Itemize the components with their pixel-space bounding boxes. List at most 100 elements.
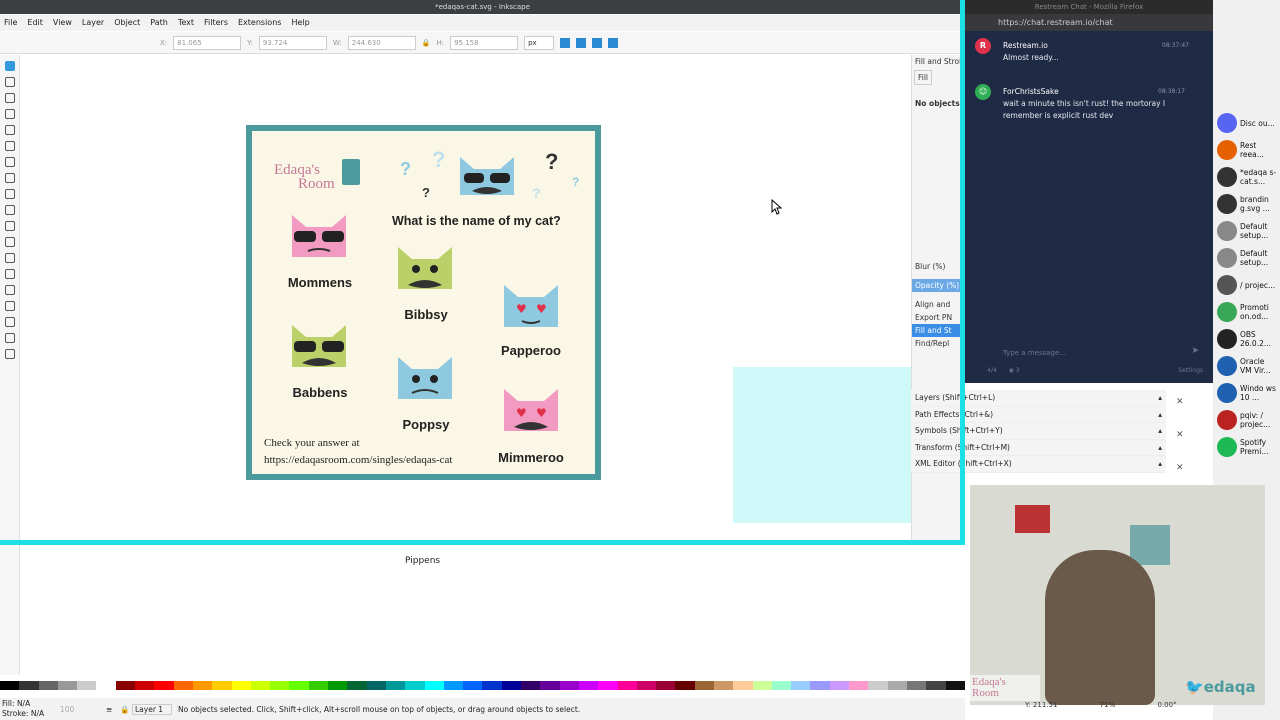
taskbar-item[interactable]: Promoti on.od...	[1217, 299, 1277, 325]
palette-swatch[interactable]	[578, 681, 599, 690]
pencil-tool-icon[interactable]	[5, 173, 15, 183]
zoom-field[interactable]: 71%	[1060, 701, 1116, 709]
palette-swatch[interactable]	[231, 681, 251, 690]
menu-extensions[interactable]: Extensions	[238, 15, 281, 31]
h-field[interactable]: 95.158	[450, 35, 519, 50]
taskbar-item[interactable]: Oracle VM Vir...	[1217, 353, 1277, 379]
spiral-tool-icon[interactable]	[5, 157, 15, 167]
eraser-tool-icon[interactable]	[5, 333, 15, 343]
palette-swatch[interactable]	[482, 681, 502, 690]
palette-swatch[interactable]	[791, 681, 811, 690]
dock-tab-fill-stroke[interactable]: Fill and Stroke	[912, 55, 965, 68]
palette-swatch[interactable]	[713, 681, 734, 690]
palette-swatch[interactable]	[366, 681, 386, 690]
chevron-up-icon[interactable]: ▴	[1158, 390, 1162, 406]
taskbar-item[interactable]: Rest reea...	[1217, 137, 1277, 163]
canvas-text-pippens[interactable]: Pippens	[405, 556, 440, 566]
palette-swatch[interactable]	[192, 681, 213, 690]
menu-object[interactable]: Object	[114, 15, 140, 31]
palette-swatch[interactable]	[57, 681, 78, 690]
send-icon[interactable]: ➤	[1191, 346, 1199, 356]
palette-swatch[interactable]	[96, 681, 116, 690]
palette-swatch[interactable]	[385, 681, 406, 690]
close-icon[interactable]: ✕	[1176, 397, 1184, 407]
rotation-field[interactable]: 0.00°	[1117, 701, 1176, 709]
settings-link[interactable]: Settings	[1178, 367, 1203, 374]
taskbar-item[interactable]: Default setup...	[1217, 245, 1277, 271]
calligraphy-tool-icon[interactable]	[5, 205, 15, 215]
cat-puzzle-card[interactable]: Edaqa's Room ? ? ? ? ? ? What is the nam…	[246, 125, 601, 480]
palette-swatch[interactable]	[115, 681, 136, 690]
palette-swatch[interactable]	[945, 681, 965, 690]
palette-swatch[interactable]	[19, 681, 39, 690]
node-tool-icon[interactable]	[5, 77, 15, 87]
palette-swatch[interactable]	[0, 681, 20, 690]
spray-tool-icon[interactable]	[5, 317, 15, 327]
gradient-tool-icon[interactable]	[5, 237, 15, 247]
bucket-tool-icon[interactable]	[5, 285, 15, 295]
close-icon[interactable]: ✕	[1176, 430, 1184, 440]
scale-corners-icon[interactable]	[576, 37, 587, 48]
connector-tool-icon[interactable]	[5, 349, 15, 359]
palette-swatch[interactable]	[752, 681, 772, 690]
chat-input[interactable]: Type a message...	[975, 345, 1203, 361]
text-tool-icon[interactable]	[5, 221, 15, 231]
palette-swatch[interactable]	[926, 681, 946, 690]
palette-swatch[interactable]	[829, 681, 850, 690]
scale-stroke-icon[interactable]	[560, 37, 571, 48]
menu-help[interactable]: Help	[291, 15, 309, 31]
dialog-path-effects[interactable]: Path Effects (Ctrl+&) ▴	[911, 406, 1166, 423]
palette-swatch[interactable]	[636, 681, 657, 690]
palette-swatch[interactable]	[347, 681, 367, 690]
taskbar-item[interactable]: brandin g.svg ...	[1217, 191, 1277, 217]
selector-tool-icon[interactable]	[5, 61, 15, 71]
menu-view[interactable]: View	[53, 15, 72, 31]
palette-swatch[interactable]	[270, 681, 290, 690]
chevron-up-icon[interactable]: ▴	[1158, 407, 1162, 423]
taskbar-item[interactable]: Disc ou...	[1217, 110, 1277, 136]
palette-swatch[interactable]	[173, 681, 193, 690]
menu-edit[interactable]: Edit	[27, 15, 43, 31]
palette-swatch[interactable]	[405, 681, 425, 690]
y-field[interactable]: 93.724	[258, 35, 327, 50]
dialog-xml-editor[interactable]: XML Editor (Shift+Ctrl+X) ▴	[911, 456, 1166, 473]
move-gradients-icon[interactable]	[592, 37, 603, 48]
taskbar-item[interactable]: / projec...	[1217, 272, 1277, 298]
palette-swatch[interactable]	[521, 681, 541, 690]
palette-swatch[interactable]	[771, 681, 792, 690]
box-tool-icon[interactable]	[5, 141, 15, 151]
palette-swatch[interactable]	[849, 681, 869, 690]
palette-swatch[interactable]	[675, 681, 695, 690]
taskbar-item[interactable]: Default setup...	[1217, 218, 1277, 244]
dialog-layers[interactable]: Layers (Shift+Ctrl+L) ▴	[911, 390, 1166, 407]
palette-swatch[interactable]	[135, 681, 155, 690]
chevron-up-icon[interactable]: ▴	[1158, 423, 1162, 439]
lock-icon[interactable]: 🔒	[422, 39, 431, 47]
palette-swatch[interactable]	[212, 681, 232, 690]
palette-swatch[interactable]	[598, 681, 618, 690]
palette-swatch[interactable]	[501, 681, 522, 690]
palette-swatch[interactable]	[810, 681, 830, 690]
star-tool-icon[interactable]	[5, 125, 15, 135]
taskbar-item[interactable]: *edaqa s-cat.s...	[1217, 164, 1277, 190]
taskbar-item[interactable]: Windo ws 10 ...	[1217, 380, 1277, 406]
palette-swatch[interactable]	[424, 681, 444, 690]
palette-swatch[interactable]	[38, 681, 58, 690]
fill-tab[interactable]: Fill	[914, 70, 933, 85]
menu-file[interactable]: File	[4, 15, 17, 31]
palette-swatch[interactable]	[656, 681, 676, 690]
taskbar-item[interactable]: OBS 26.0.2...	[1217, 326, 1277, 352]
circle-tool-icon[interactable]	[5, 109, 15, 119]
palette-swatch[interactable]	[77, 681, 97, 690]
fill-stroke-indicator[interactable]: Fill: N/A Stroke: N/A	[0, 699, 46, 719]
menu-path[interactable]: Path	[150, 15, 168, 31]
palette-swatch[interactable]	[540, 681, 560, 690]
palette-swatch[interactable]	[887, 681, 907, 690]
tweak-tool-icon[interactable]	[5, 301, 15, 311]
layer-select[interactable]: Layer 1	[132, 703, 172, 715]
dialog-transform[interactable]: Transform (Shift+Ctrl+M) ▴	[911, 439, 1166, 456]
palette-swatch[interactable]	[906, 681, 927, 690]
palette-swatch[interactable]	[328, 681, 348, 690]
mesh-tool-icon[interactable]	[5, 253, 15, 263]
rect-tool-icon[interactable]	[5, 93, 15, 103]
